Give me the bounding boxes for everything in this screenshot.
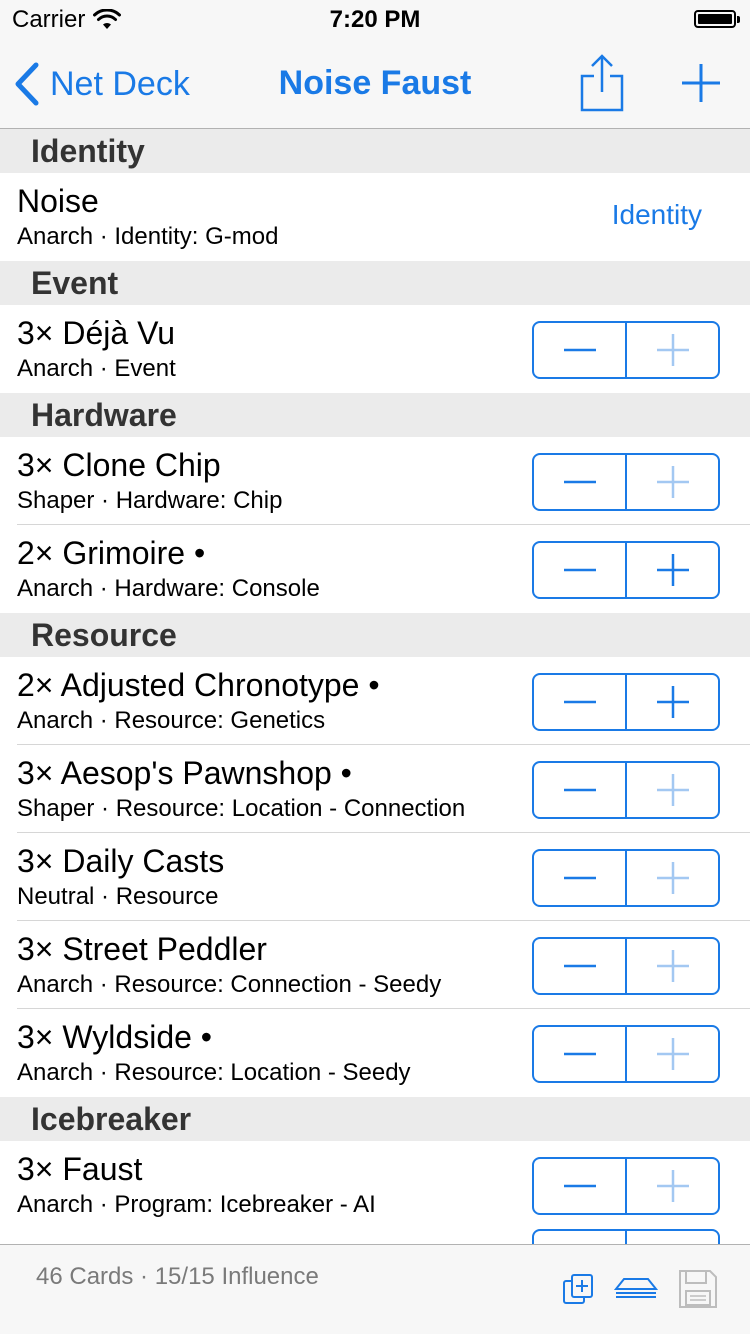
increment-button [627, 851, 718, 905]
increment-button [627, 939, 718, 993]
decrement-button[interactable] [534, 323, 625, 377]
minus-icon [563, 1184, 596, 1188]
identity-row[interactable]: Noise Anarch · Identity: G-mod Identity [0, 173, 750, 261]
minus-icon [563, 964, 596, 968]
draw-simulator-icon[interactable] [612, 1277, 660, 1301]
plus-icon [656, 554, 689, 586]
section-header-resource: Resource [0, 613, 750, 657]
card-title: 3× Daily Casts [17, 843, 225, 879]
plus-icon [656, 774, 689, 806]
identity-name: Noise [17, 183, 99, 219]
increment-button [627, 763, 718, 817]
decrement-button[interactable] [534, 1159, 625, 1213]
card-title: 3× Clone Chip [17, 447, 221, 483]
back-button[interactable]: Net Deck [14, 60, 190, 108]
back-button-label: Net Deck [50, 64, 190, 103]
minus-icon [563, 788, 596, 792]
quantity-stepper[interactable] [532, 849, 720, 907]
minus-icon [563, 700, 596, 704]
card-row[interactable]: 3× Clone Chip Shaper · Hardware: Chip [0, 437, 750, 525]
plus-icon [656, 950, 689, 982]
quantity-stepper[interactable] [532, 541, 720, 599]
quantity-stepper[interactable] [532, 1157, 720, 1215]
section-header-hardware: Hardware [0, 393, 750, 437]
navigation-bar: Net Deck Noise Faust [0, 40, 750, 129]
minus-icon [563, 348, 596, 352]
card-subtitle: Shaper · Hardware: Chip [17, 487, 283, 514]
plus-icon [656, 1170, 689, 1202]
card-row[interactable]: 2× Adjusted Chronotype • Anarch · Resour… [0, 657, 750, 745]
card-row[interactable]: 3× Street Peddler Anarch · Resource: Con… [0, 921, 750, 1009]
card-row[interactable]: 3× Daily Casts Neutral · Resource [0, 833, 750, 921]
decrement-button[interactable] [534, 543, 625, 597]
card-row[interactable]: 3× Wyldside • Anarch · Resource: Locatio… [0, 1009, 750, 1097]
card-subtitle: Anarch · Resource: Connection - Seedy [17, 971, 442, 998]
deck-title[interactable]: Noise Faust [279, 64, 472, 102]
card-title: 3× Déjà Vu [17, 315, 176, 351]
quantity-stepper[interactable] [532, 321, 720, 379]
plus-icon [656, 334, 689, 366]
plus-icon [656, 466, 689, 498]
card-row[interactable]: 2× Grimoire • Anarch · Hardware: Console [0, 525, 750, 613]
plus-icon [656, 686, 689, 718]
card-subtitle: Shaper · Resource: Location - Connection [17, 795, 466, 822]
save-icon [679, 1270, 717, 1308]
status-bar: Carrier 7:20 PM [0, 0, 750, 40]
decrement-button[interactable] [534, 1027, 625, 1081]
card-subtitle: Anarch · Resource: Location - Seedy [17, 1059, 411, 1086]
quantity-stepper[interactable] [532, 937, 720, 995]
card-row[interactable]: 3× Faust Anarch · Program: Icebreaker - … [0, 1141, 750, 1229]
increment-button[interactable] [627, 543, 718, 597]
section-header-icebreaker: Icebreaker [0, 1097, 750, 1141]
card-title: 3× Aesop's Pawnshop • [17, 755, 352, 791]
card-title: 3× Wyldside • [17, 1019, 212, 1055]
plus-icon [656, 1038, 689, 1070]
deck-card-list[interactable]: Identity Noise Anarch · Identity: G-mod … [0, 129, 750, 1317]
card-title: 3× Street Peddler [17, 931, 267, 967]
quantity-stepper[interactable] [532, 673, 720, 731]
minus-icon [563, 480, 596, 484]
quantity-stepper[interactable] [532, 453, 720, 511]
quantity-stepper[interactable] [532, 761, 720, 819]
decrement-button[interactable] [534, 763, 625, 817]
decrement-button[interactable] [534, 675, 625, 729]
identity-button[interactable]: Identity [612, 199, 702, 231]
decrement-button[interactable] [534, 939, 625, 993]
chevron-left-icon [15, 62, 39, 106]
minus-icon [563, 876, 596, 880]
card-subtitle: Anarch · Resource: Genetics [17, 707, 326, 734]
section-header-event: Event [0, 261, 750, 305]
increment-button [627, 1027, 718, 1081]
decrement-button[interactable] [534, 455, 625, 509]
increment-button [627, 455, 718, 509]
increment-button[interactable] [627, 675, 718, 729]
quantity-stepper[interactable] [532, 1025, 720, 1083]
card-subtitle: Anarch · Event [17, 355, 176, 382]
duplicate-icon[interactable] [562, 1273, 594, 1305]
card-subtitle: Anarch · Program: Icebreaker - AI [17, 1191, 376, 1218]
minus-icon [563, 1052, 596, 1056]
plus-icon [656, 862, 689, 894]
decrement-button[interactable] [534, 851, 625, 905]
deck-summary: 46 Cards · 15/15 Influence [36, 1263, 319, 1290]
plus-icon[interactable] [680, 62, 722, 104]
battery-icon [694, 10, 740, 28]
bottom-toolbar: 46 Cards · 15/15 Influence [0, 1244, 750, 1334]
share-icon[interactable] [578, 54, 626, 112]
card-subtitle: Anarch · Hardware: Console [17, 575, 320, 602]
minus-icon [563, 568, 596, 572]
card-row[interactable]: 3× Déjà Vu Anarch · Event [0, 305, 750, 393]
increment-button [627, 1159, 718, 1213]
card-subtitle: Neutral · Resource [17, 883, 219, 910]
section-header-identity: Identity [0, 129, 750, 173]
card-row[interactable]: 3× Aesop's Pawnshop • Shaper · Resource:… [0, 745, 750, 833]
card-title: 3× Faust [17, 1151, 143, 1187]
status-time: 7:20 PM [329, 6, 421, 33]
card-title: 2× Grimoire • [17, 535, 206, 571]
card-title: 2× Adjusted Chronotype • [17, 667, 380, 703]
increment-button [627, 323, 718, 377]
identity-subtitle: Anarch · Identity: G-mod [17, 223, 279, 250]
